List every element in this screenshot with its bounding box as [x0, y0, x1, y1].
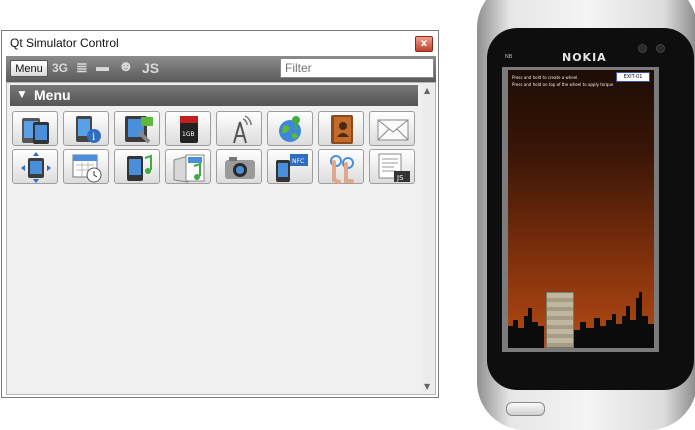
application-settings-icon	[125, 116, 153, 144]
brand-logo: NOKIA	[562, 51, 607, 64]
scroll-up-icon[interactable]: ▲	[424, 86, 430, 95]
javascript-icon[interactable]: JS	[142, 60, 159, 76]
storage-card-icon: 1GB	[180, 116, 198, 143]
orientation-icon	[21, 152, 51, 183]
game-viewport[interactable]: Press and hold to create a wheel. Press …	[508, 70, 654, 348]
scroll-down-icon[interactable]: ▼	[424, 382, 430, 391]
audio-tile[interactable]	[114, 149, 160, 184]
script-icon: JS	[378, 153, 410, 182]
storage-size-label: 1GB	[182, 131, 195, 138]
stacked-blocks	[546, 292, 574, 348]
contacts-icon	[331, 115, 353, 144]
menu-section-label: Menu	[34, 87, 71, 103]
user-icon[interactable]: ☻	[118, 58, 134, 75]
battery-icon[interactable]: ▬	[96, 59, 109, 74]
network-tile[interactable]	[216, 111, 262, 146]
title-bar[interactable]: Qt Simulator Control x	[2, 31, 438, 55]
network-status-label: NB	[505, 54, 513, 60]
sensor-icon	[638, 44, 647, 53]
menu-section-header[interactable]: ▼ Menu	[10, 85, 418, 106]
media-documents-tile[interactable]	[165, 149, 211, 184]
media-documents-icon	[173, 154, 205, 183]
multitouch-icon	[330, 155, 354, 184]
devices-tile[interactable]	[12, 111, 58, 146]
audio-phone-icon	[127, 154, 152, 181]
contacts-tile[interactable]	[318, 111, 364, 146]
calendar-tile[interactable]	[63, 149, 109, 184]
simulator-control-window: Qt Simulator Control x Menu 3G ≣ ▬ ☻ JS …	[1, 30, 439, 398]
menu-button[interactable]: Menu	[10, 60, 48, 77]
nfc-tile[interactable]: NFC	[267, 149, 313, 184]
collapse-triangle-icon: ▼	[16, 87, 28, 101]
vertical-scrollbar[interactable]: ▲ ▼	[422, 84, 434, 393]
camera-tile[interactable]	[216, 149, 262, 184]
camera-icon	[225, 157, 255, 179]
location-tile[interactable]	[267, 111, 313, 146]
application-settings-tile[interactable]	[114, 111, 160, 146]
messaging-icon	[377, 119, 409, 141]
close-button[interactable]: x	[415, 36, 433, 52]
phone-info-icon: i	[76, 116, 101, 143]
calendar-icon	[72, 154, 102, 183]
nfc-label: NFC	[292, 158, 304, 165]
storage-card-tile[interactable]: 1GB	[165, 111, 211, 146]
front-camera-icon	[656, 44, 665, 53]
svg-text:i: i	[92, 132, 95, 143]
3g-network-icon[interactable]: 3G	[52, 61, 68, 75]
phone-info-tile[interactable]: i	[63, 111, 109, 146]
orientation-tile[interactable]	[12, 149, 58, 184]
content-panel: ▼ Menu ▲ ▼ i 1GB NFC JS	[6, 82, 436, 395]
toolbar: Menu 3G ≣ ▬ ☻ JS	[6, 56, 436, 82]
location-globe-icon	[279, 116, 301, 142]
nfc-icon: NFC	[276, 154, 308, 182]
messaging-tile[interactable]	[369, 111, 415, 146]
window-title: Qt Simulator Control	[10, 36, 119, 50]
filter-input[interactable]	[280, 58, 434, 78]
list-icon[interactable]: ≣	[76, 59, 88, 76]
network-antenna-icon	[233, 115, 252, 144]
devices-icon	[22, 118, 49, 144]
script-tile[interactable]: JS	[369, 149, 415, 184]
city-skyline	[508, 292, 654, 348]
home-key[interactable]	[506, 402, 545, 416]
multitouch-tile[interactable]	[318, 149, 364, 184]
script-label: JS	[396, 174, 404, 182]
